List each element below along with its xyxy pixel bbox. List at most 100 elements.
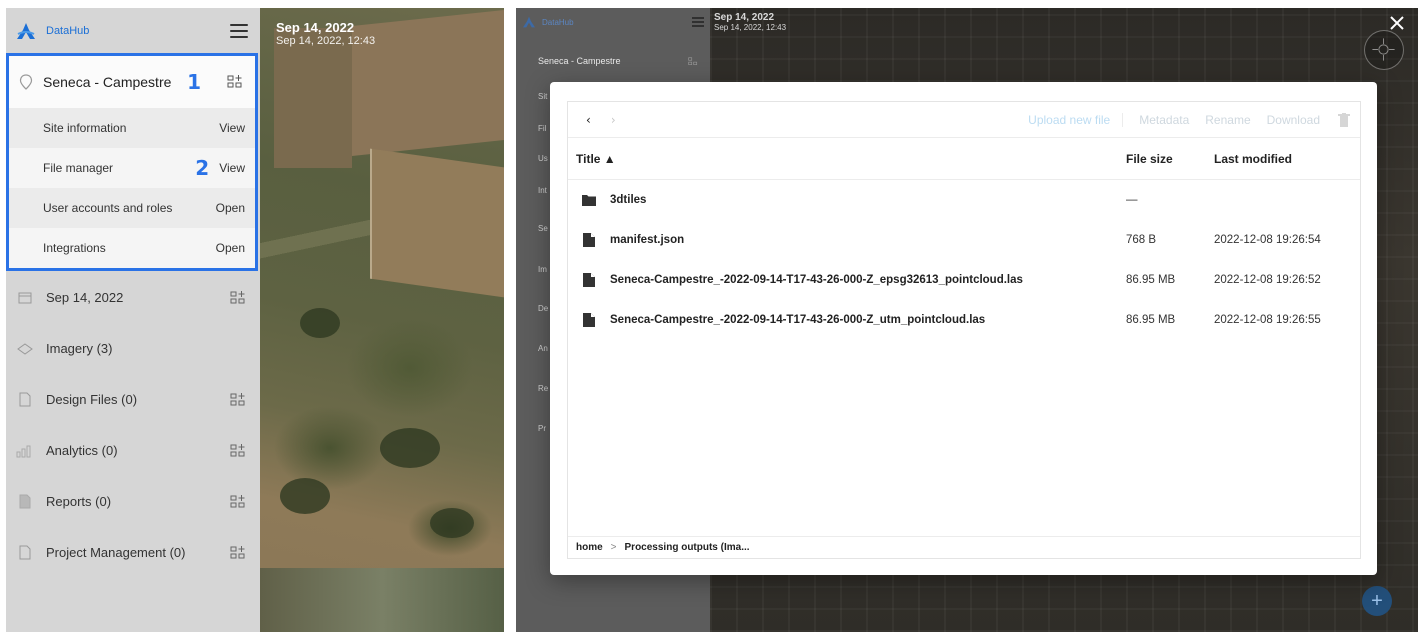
- sidebar-item-analytics[interactable]: Analytics (0): [6, 425, 260, 476]
- map-date-label: Sep 14, 2022 Sep 14, 2022, 12:43: [714, 12, 786, 32]
- sidebar-item-imagery[interactable]: Imagery (3): [6, 323, 260, 374]
- file-row[interactable]: Seneca-Campestre_-2022-09-14-T17-43-26-0…: [568, 260, 1360, 300]
- datahub-logo-icon: [17, 23, 35, 39]
- file-name: Seneca-Campestre_-2022-09-14-T17-43-26-0…: [610, 274, 1023, 286]
- forward-button[interactable]: ›: [611, 113, 616, 127]
- map-tree: [280, 478, 330, 514]
- rename-button[interactable]: Rename: [1205, 113, 1250, 127]
- file-size: 86.95 MB: [1126, 274, 1176, 286]
- left-screenshot-panel: Sep 14, 2022 Sep 14, 2022, 12:43 DataHub…: [6, 8, 504, 632]
- back-button[interactable]: ‹: [586, 113, 591, 127]
- menu-icon[interactable]: [692, 17, 704, 27]
- add-widget-icon[interactable]: [227, 75, 243, 89]
- integrations-open-link[interactable]: Open: [216, 241, 245, 255]
- satellite-map[interactable]: Sep 14, 2022 Sep 14, 2022, 12:43: [260, 8, 504, 632]
- sidebar-item-label: Analytics (0): [46, 443, 118, 458]
- add-widget-icon[interactable]: [230, 392, 246, 407]
- add-widget-icon: [688, 56, 698, 65]
- file-name: 3dtiles: [610, 194, 647, 206]
- add-widget-icon[interactable]: [230, 494, 246, 509]
- add-widget-icon[interactable]: [230, 443, 246, 458]
- dimmed-label: De: [538, 304, 549, 313]
- file-row[interactable]: 3dtiles —: [568, 180, 1360, 220]
- file-icon: [16, 544, 34, 562]
- bar-chart-icon: [16, 442, 34, 460]
- calendar-icon: [16, 289, 34, 307]
- step-badge-1: 1: [187, 70, 201, 94]
- download-button[interactable]: Download: [1267, 113, 1320, 127]
- file-row[interactable]: Seneca-Campestre_-2022-09-14-T17-43-26-0…: [568, 300, 1360, 340]
- site-information-view-link[interactable]: View: [219, 121, 245, 135]
- map-datetime: Sep 14, 2022, 12:43: [714, 23, 787, 32]
- file-name: Seneca-Campestre_-2022-09-14-T17-43-26-0…: [610, 314, 986, 326]
- file-manager-label: File manager: [43, 161, 114, 175]
- close-icon[interactable]: [1388, 14, 1406, 32]
- sidebar-item-label: Design Files (0): [46, 392, 138, 407]
- dimmed-label: An: [538, 344, 548, 353]
- folder-icon: [582, 195, 596, 206]
- site-information-label: Site information: [43, 121, 127, 135]
- metadata-button[interactable]: Metadata: [1139, 113, 1189, 127]
- add-widget-icon[interactable]: [230, 545, 246, 560]
- title-column-header[interactable]: Title ▲: [576, 152, 1126, 166]
- file-manager-modal: ‹ › Upload new file Metadata Rename Down…: [550, 82, 1377, 575]
- sidebar-item-date[interactable]: Sep 14, 2022: [6, 272, 260, 323]
- site-title: Seneca - Campestre: [43, 74, 172, 90]
- breadcrumb: home > Processing outputs (Ima...: [568, 536, 1360, 558]
- dimmed-label: Se: [538, 224, 548, 233]
- dimmed-label: Fil: [538, 124, 547, 133]
- user-accounts-open-link[interactable]: Open: [216, 201, 245, 215]
- site-information-row[interactable]: Site information View: [9, 108, 255, 148]
- dimmed-sidebar-header: DataHub: [516, 8, 710, 36]
- step-badge-2: 2: [195, 156, 210, 180]
- file-icon: [583, 233, 595, 247]
- sidebar-item-label: Reports (0): [46, 494, 112, 509]
- add-fab-button[interactable]: +: [1362, 586, 1392, 616]
- dimmed-label: Us: [538, 154, 548, 163]
- upload-new-file-button[interactable]: Upload new file: [1028, 112, 1124, 127]
- dimmed-label: Sit: [538, 92, 548, 101]
- map-tree: [430, 508, 474, 538]
- last-modified-column-header[interactable]: Last modified: [1214, 152, 1352, 166]
- file-modified: 2022-12-08 19:26:55: [1214, 314, 1321, 326]
- map-tree: [300, 308, 340, 338]
- file-manager-view-link[interactable]: View: [219, 161, 245, 175]
- map-tree: [380, 428, 440, 468]
- file-manager-row[interactable]: File manager 2 View: [9, 148, 255, 188]
- sidebar-item-project-management[interactable]: Project Management (0): [6, 527, 260, 578]
- dimmed-label: Re: [538, 384, 549, 393]
- breadcrumb-home[interactable]: home: [576, 542, 603, 553]
- file-modified: 2022-12-08 19:26:52: [1214, 274, 1321, 286]
- sidebar: DataHub Seneca - Campestre 1 Site inform…: [6, 8, 260, 632]
- file-icon: [16, 391, 34, 409]
- map-date: Sep 14, 2022: [276, 20, 355, 35]
- file-size-column-header[interactable]: File size: [1126, 152, 1214, 166]
- file-table-header: Title ▲ File size Last modified: [568, 138, 1360, 180]
- brand-name: DataHub: [46, 25, 90, 37]
- add-widget-icon[interactable]: [230, 290, 246, 305]
- menu-icon[interactable]: [230, 24, 248, 38]
- file-row[interactable]: manifest.json 768 B 2022-12-08 19:26:54: [568, 220, 1360, 260]
- site-header-row[interactable]: Seneca - Campestre 1: [9, 56, 255, 108]
- breadcrumb-separator: >: [610, 542, 617, 553]
- file-icon: [583, 313, 595, 327]
- brand-name: DataHub: [542, 17, 574, 27]
- sidebar-item-label: Imagery (3): [46, 341, 113, 356]
- breadcrumb-current[interactable]: Processing outputs (Ima...: [625, 542, 750, 553]
- user-accounts-label: User accounts and roles: [43, 201, 173, 215]
- integrations-row[interactable]: Integrations Open: [9, 228, 255, 268]
- integrations-label: Integrations: [43, 241, 106, 255]
- map-pin-icon: [19, 74, 33, 90]
- dimmed-label: Int: [538, 186, 547, 195]
- map-field: [274, 28, 352, 168]
- compass-icon[interactable]: [1364, 30, 1404, 70]
- map-field: [370, 148, 504, 298]
- sidebar-item-design-files[interactable]: Design Files (0): [6, 374, 260, 425]
- datahub-logo-icon: [523, 16, 535, 28]
- map-datetime: Sep 14, 2022, 12:43: [276, 35, 376, 47]
- trash-icon[interactable]: [1338, 112, 1350, 127]
- sidebar-item-reports[interactable]: Reports (0): [6, 476, 260, 527]
- file-size: 768 B: [1126, 234, 1157, 246]
- sidebar-nav: Sep 14, 2022 Imagery (3) Design Files (0…: [6, 272, 260, 578]
- user-accounts-row[interactable]: User accounts and roles Open: [9, 188, 255, 228]
